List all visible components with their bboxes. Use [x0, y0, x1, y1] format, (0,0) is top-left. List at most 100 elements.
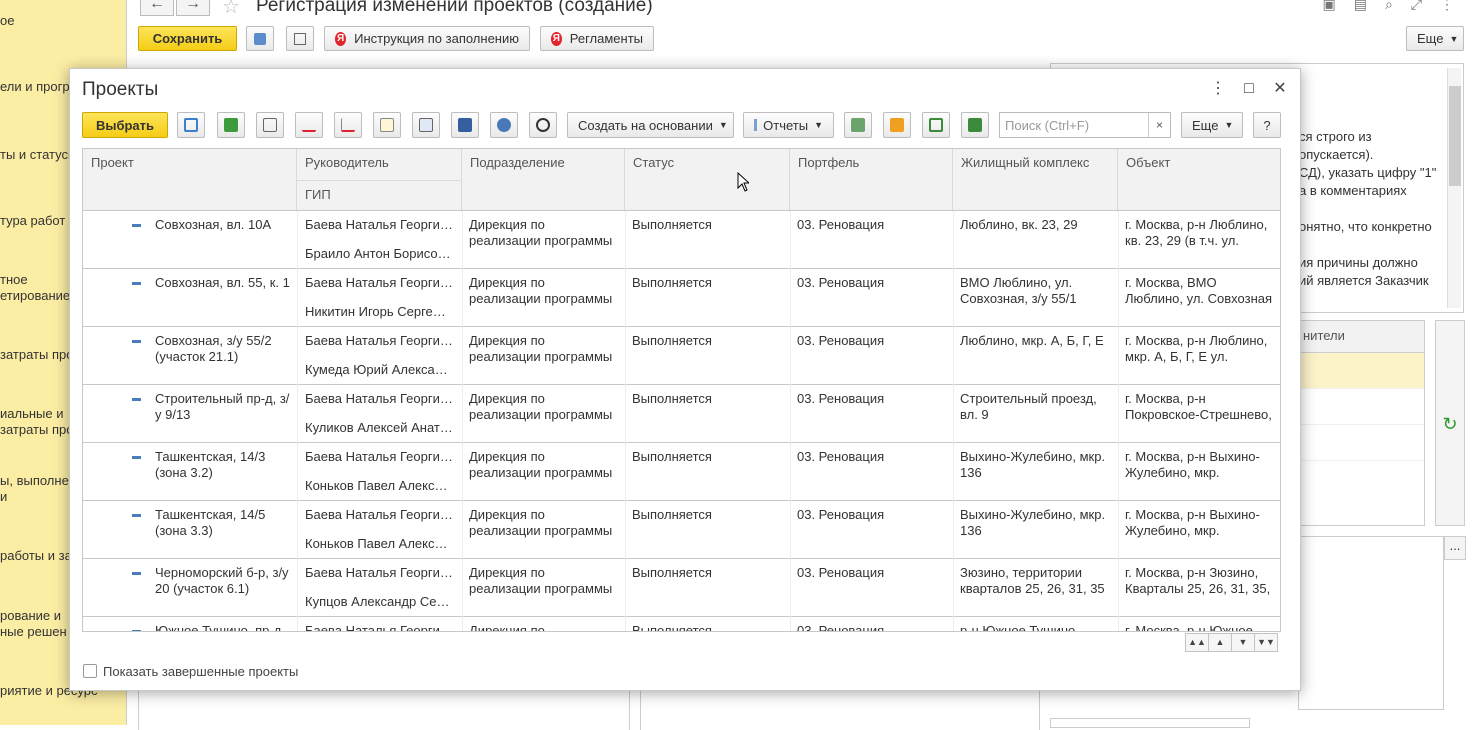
- reports-icon: [754, 119, 758, 131]
- col-manager[interactable]: Руководитель: [297, 149, 462, 180]
- sidebar-item[interactable]: тное: [0, 272, 28, 288]
- textbox-scrollbar[interactable]: [1447, 68, 1461, 308]
- preview-icon[interactable]: [412, 112, 440, 138]
- sidebar-item[interactable]: работы и за: [0, 548, 72, 564]
- cell-portfolio: 03. Реновация: [797, 391, 885, 406]
- col-complex[interactable]: Жилищный комплекс: [953, 149, 1118, 210]
- project-marker-icon: [132, 224, 141, 227]
- sidebar-item[interactable]: ое: [0, 13, 14, 29]
- cell-status: Выполняется: [632, 507, 712, 522]
- first-page-icon[interactable]: ▲▲: [1185, 633, 1209, 652]
- edit-icon[interactable]: [373, 112, 401, 138]
- table-row[interactable]: Совхозная, з/у 55/2 (участок 21.1) Баева …: [83, 327, 1280, 385]
- help-button[interactable]: ?: [1253, 112, 1281, 138]
- col-object[interactable]: Объект: [1118, 149, 1280, 210]
- list-icon[interactable]: [286, 26, 314, 51]
- comment-line: онятно, что конкретно: [1299, 219, 1432, 234]
- sidebar-item[interactable]: ты и статусь: [0, 147, 75, 163]
- col-portfolio[interactable]: Портфель: [790, 149, 953, 210]
- cell-status: Выполняется: [632, 391, 712, 406]
- cell-object: г. Москва, р-н Зюзино, Кварталы 25, 26, …: [1125, 565, 1271, 596]
- column-divider: [953, 211, 954, 631]
- export-icon[interactable]: [961, 112, 989, 138]
- table-row[interactable]: Строительный пр-д, з/у 9/13 Баева Наталья…: [83, 385, 1280, 443]
- select-button[interactable]: Выбрать: [82, 112, 168, 138]
- window-tools-icons[interactable]: ▣▤⌕⤢⋮: [1323, 0, 1473, 13]
- col-status[interactable]: Статус: [625, 149, 790, 210]
- close-icon[interactable]: ✕: [1270, 79, 1290, 99]
- move-icon[interactable]: [490, 112, 518, 138]
- prev-page-icon[interactable]: ▲: [1208, 633, 1232, 652]
- list-icon[interactable]: [256, 112, 284, 138]
- more-button[interactable]: Еще ▼: [1181, 112, 1243, 138]
- structure-icon[interactable]: [246, 26, 274, 51]
- cell-complex: Люблино, мкр. А, Б, Г, Е: [960, 333, 1104, 348]
- column-divider: [625, 211, 626, 631]
- sidebar-item[interactable]: и: [0, 489, 7, 505]
- sidebar-item[interactable]: затраты про: [0, 347, 73, 363]
- table-row[interactable]: Совхозная, вл. 10А Баева Наталья Георгиев…: [83, 211, 1280, 269]
- arrow-left-icon[interactable]: [883, 112, 911, 138]
- forward-button[interactable]: →: [176, 0, 210, 16]
- project-marker-icon: [132, 282, 141, 285]
- save-button[interactable]: Сохранить: [138, 26, 237, 51]
- comment-line: СД), указать цифру "1": [1299, 165, 1437, 180]
- dialog-menu-icon[interactable]: ⋮: [1208, 79, 1228, 99]
- create-based-button[interactable]: Создать на основании ▼: [567, 112, 734, 138]
- table-row[interactable]: Совхозная, вл. 55, к. 1 Баева Наталья Гео…: [83, 269, 1280, 327]
- table-row[interactable]: Черноморский б-р, з/у 20 (участок 6.1) Ба…: [83, 559, 1280, 617]
- project-marker-icon: [132, 572, 141, 575]
- sidebar-item[interactable]: тура работ п: [0, 213, 76, 229]
- sidebar-item[interactable]: ы, выполне: [0, 473, 69, 489]
- cell-gip: Кумеда Юрий Александрович: [305, 362, 453, 377]
- cell-manager: Баева Наталья Георгиевна: [305, 623, 453, 632]
- table-row[interactable]: [1299, 425, 1424, 461]
- table-row[interactable]: [1299, 389, 1424, 425]
- column-divider: [790, 211, 791, 631]
- sidebar-item[interactable]: иальные и: [0, 406, 63, 422]
- document-icon[interactable]: [922, 112, 950, 138]
- refresh-icon[interactable]: ↻: [1435, 320, 1465, 526]
- column-divider: [1118, 211, 1119, 631]
- folder-green-icon[interactable]: [217, 112, 245, 138]
- sidebar-item[interactable]: ные решен: [0, 624, 67, 640]
- scrollbar-thumb[interactable]: [1449, 86, 1461, 186]
- cell-object: г. Москва, р-н Выхино-Жулебино, мкр.: [1125, 507, 1260, 538]
- search-input[interactable]: Поиск (Ctrl+F) ×: [999, 112, 1171, 138]
- spellcheck-alt-icon[interactable]: [334, 112, 362, 138]
- more-button[interactable]: Еще ▼: [1406, 26, 1464, 51]
- spellcheck-icon[interactable]: [295, 112, 323, 138]
- cell-gip: Купцов Александр Сергеевич: [305, 594, 453, 609]
- table-row-selected[interactable]: [1299, 353, 1424, 389]
- reports-button[interactable]: Отчеты ▼: [743, 112, 834, 138]
- table-row[interactable]: Ташкентская, 14/3 (зона 3.2) Баева Наталь…: [83, 443, 1280, 501]
- instruction-button[interactable]: Я Инструкция по заполнению: [324, 26, 530, 51]
- lower-textbox[interactable]: [1298, 536, 1444, 710]
- regulations-button[interactable]: Я Регламенты: [540, 26, 654, 51]
- next-page-icon[interactable]: ▼: [1231, 633, 1255, 652]
- col-gip[interactable]: ГИП: [297, 180, 462, 210]
- bottom-field[interactable]: [1050, 718, 1250, 728]
- last-page-icon[interactable]: ▼▼: [1254, 633, 1278, 652]
- col-project[interactable]: Проект: [83, 149, 297, 210]
- col-division[interactable]: Подразделение: [462, 149, 625, 210]
- add-icon[interactable]: [177, 112, 205, 138]
- table-row[interactable]: Южное Тушино, пр-д Баева Наталья Георгиев…: [83, 617, 1280, 632]
- star-icon[interactable]: ☆: [222, 0, 240, 19]
- sidebar-item[interactable]: рование и: [0, 608, 61, 624]
- select-button[interactable]: ...: [1444, 536, 1466, 560]
- bottom-panel-mid: [640, 690, 1040, 730]
- sidebar-item[interactable]: ели и прогр: [0, 79, 70, 95]
- cell-project: Строительный пр-д, з/у 9/13: [155, 391, 290, 422]
- table-row[interactable]: Ташкентская, 14/5 (зона 3.3) Баева Наталь…: [83, 501, 1280, 559]
- back-button[interactable]: ←: [140, 0, 174, 16]
- cell-division: Дирекция по реализации программы реновац…: [469, 391, 613, 422]
- bottom-panel-left: [138, 690, 630, 730]
- show-completed-checkbox[interactable]: [83, 664, 97, 678]
- maximize-icon[interactable]: □: [1239, 79, 1259, 99]
- settings-icon[interactable]: [529, 112, 557, 138]
- sidebar-item[interactable]: етирование: [0, 288, 70, 304]
- clear-search-icon[interactable]: ×: [1148, 113, 1170, 137]
- chat-icon[interactable]: [844, 112, 872, 138]
- hierarchy-icon[interactable]: [451, 112, 479, 138]
